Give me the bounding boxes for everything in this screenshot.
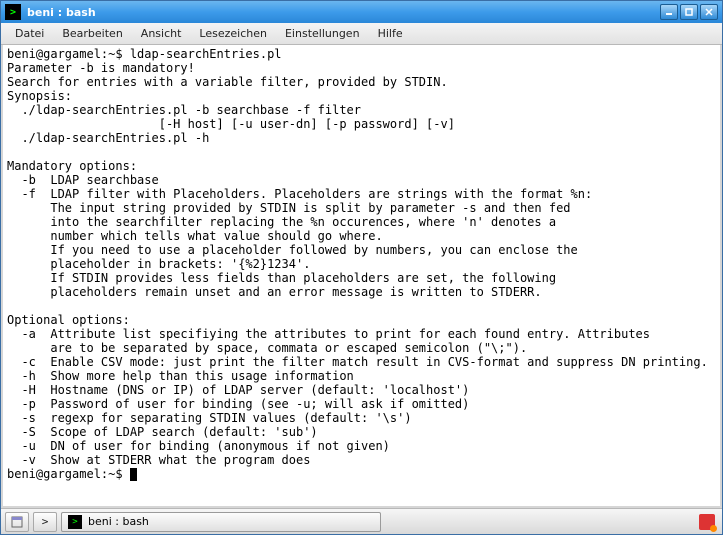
menu-file[interactable]: Datei bbox=[7, 25, 52, 42]
terminal-line: -f LDAP filter with Placeholders. Placeh… bbox=[7, 187, 716, 201]
terminal-line: Optional options: bbox=[7, 313, 716, 327]
cursor bbox=[130, 468, 137, 481]
menu-help[interactable]: Hilfe bbox=[370, 25, 411, 42]
close-button[interactable] bbox=[700, 4, 718, 20]
terminal-line: Mandatory options: bbox=[7, 159, 716, 173]
terminal-app-icon bbox=[5, 4, 21, 20]
terminal-window: beni : bash Datei Bearbeiten Ansicht Les… bbox=[0, 0, 723, 535]
terminal-output[interactable]: beni@gargamel:~$ ldap-searchEntries.plPa… bbox=[1, 45, 722, 508]
menu-bookmarks[interactable]: Lesezeichen bbox=[191, 25, 275, 42]
terminal-line: placeholder in brackets: '{%2}1234'. bbox=[7, 257, 716, 271]
terminal-launcher-icon[interactable] bbox=[33, 512, 57, 532]
minimize-button[interactable] bbox=[660, 4, 678, 20]
terminal-line: -S Scope of LDAP search (default: 'sub') bbox=[7, 425, 716, 439]
menubar: Datei Bearbeiten Ansicht Lesezeichen Ein… bbox=[1, 23, 722, 45]
terminal-line: The input string provided by STDIN is sp… bbox=[7, 201, 716, 215]
terminal-line: [-H host] [-u user-dn] [-p password] [-v… bbox=[7, 117, 716, 131]
taskbar-active-label: beni : bash bbox=[88, 515, 149, 528]
terminal-line: -h Show more help than this usage inform… bbox=[7, 369, 716, 383]
window-title: beni : bash bbox=[27, 6, 660, 19]
terminal-line: ./ldap-searchEntries.pl -h bbox=[7, 131, 716, 145]
terminal-line: -u DN of user for binding (anonymous if … bbox=[7, 439, 716, 453]
terminal-line: -b LDAP searchbase bbox=[7, 173, 716, 187]
tray-notification-icon[interactable] bbox=[699, 514, 715, 530]
terminal-line: into the searchfilter replacing the %n o… bbox=[7, 215, 716, 229]
menu-edit[interactable]: Bearbeiten bbox=[54, 25, 130, 42]
titlebar[interactable]: beni : bash bbox=[1, 1, 722, 23]
terminal-line: -v Show at STDERR what the program does bbox=[7, 453, 716, 467]
taskbar: beni : bash bbox=[1, 508, 722, 534]
terminal-line: If STDIN provides less fields than place… bbox=[7, 271, 716, 285]
terminal-line bbox=[7, 299, 716, 313]
terminal-line: Search for entries with a variable filte… bbox=[7, 75, 716, 89]
terminal-line: ./ldap-searchEntries.pl -b searchbase -f… bbox=[7, 103, 716, 117]
terminal-line: are to be separated by space, commata or… bbox=[7, 341, 716, 355]
terminal-line: If you need to use a placeholder followe… bbox=[7, 243, 716, 257]
terminal-line: -a Attribute list specifiying the attrib… bbox=[7, 327, 716, 341]
window-controls bbox=[660, 4, 718, 20]
terminal-line: -c Enable CSV mode: just print the filte… bbox=[7, 355, 716, 369]
terminal-line: Parameter -b is mandatory! bbox=[7, 61, 716, 75]
maximize-button[interactable] bbox=[680, 4, 698, 20]
terminal-line bbox=[7, 145, 716, 159]
terminal-line: placeholders remain unset and an error m… bbox=[7, 285, 716, 299]
terminal-line: beni@gargamel:~$ ldap-searchEntries.pl bbox=[7, 47, 716, 61]
terminal-line: Synopsis: bbox=[7, 89, 716, 103]
terminal-line: number which tells what value should go … bbox=[7, 229, 716, 243]
menu-view[interactable]: Ansicht bbox=[133, 25, 190, 42]
terminal-prompt: beni@gargamel:~$ bbox=[7, 467, 716, 481]
terminal-task-icon bbox=[68, 515, 82, 529]
taskbar-active-window[interactable]: beni : bash bbox=[61, 512, 381, 532]
terminal-line: -H Hostname (DNS or IP) of LDAP server (… bbox=[7, 383, 716, 397]
desktop-launcher-icon[interactable] bbox=[5, 512, 29, 532]
terminal-line: -p Password of user for binding (see -u;… bbox=[7, 397, 716, 411]
menu-settings[interactable]: Einstellungen bbox=[277, 25, 368, 42]
terminal-line: -s regexp for separating STDIN values (d… bbox=[7, 411, 716, 425]
